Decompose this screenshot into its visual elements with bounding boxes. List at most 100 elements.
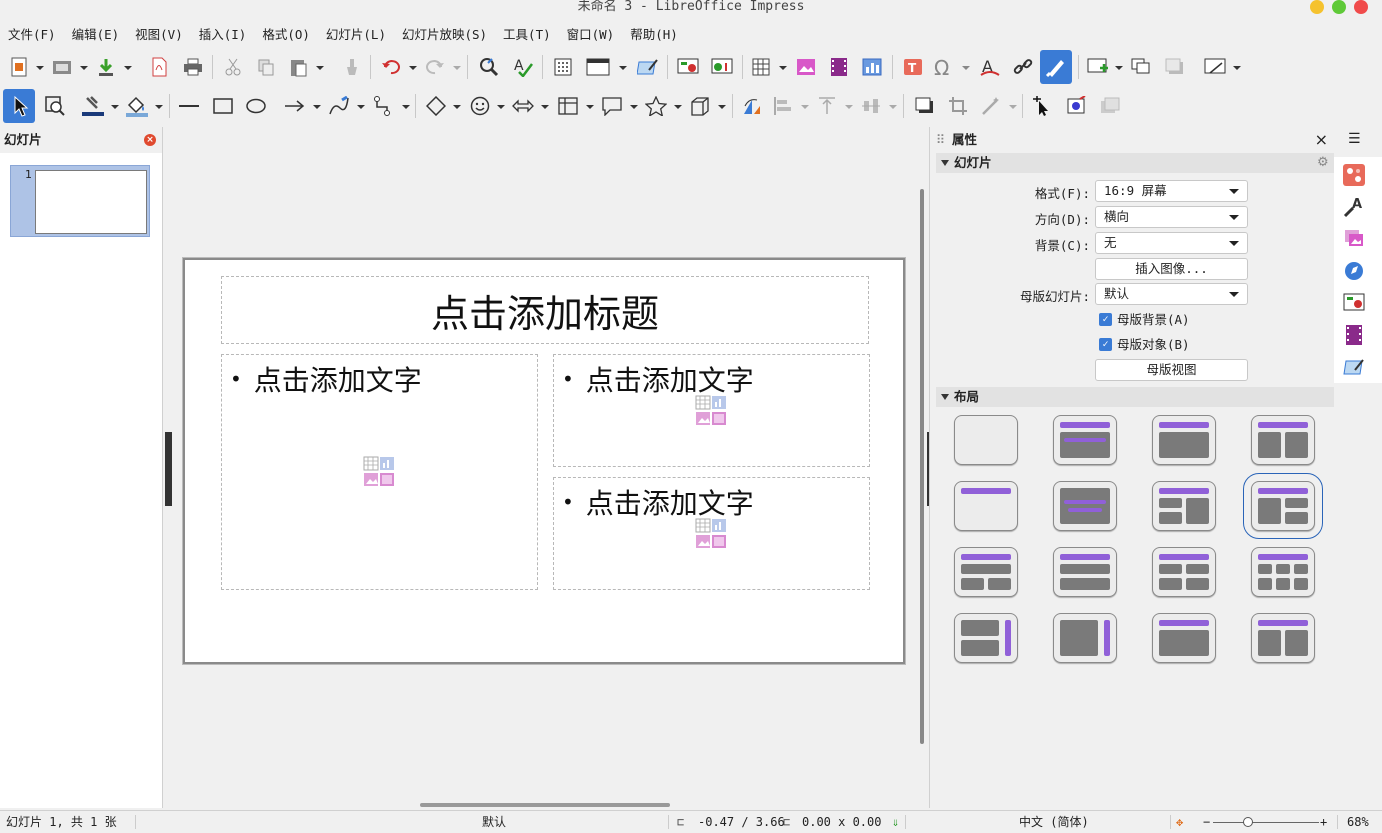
select-icon[interactable] <box>3 89 35 123</box>
line-color-icon[interactable] <box>80 92 106 120</box>
menu-view[interactable]: 视图(V) <box>127 24 191 46</box>
text-box-icon[interactable]: T <box>902 53 924 81</box>
special-character-icon[interactable]: Ω <box>932 53 956 81</box>
cut-icon[interactable] <box>222 53 244 81</box>
spelling-icon[interactable]: A <box>512 53 534 81</box>
master-objects-checkbox[interactable]: 母版对象(B) <box>1099 338 1190 352</box>
templates-icon[interactable] <box>50 53 74 81</box>
fontwork-icon[interactable]: A <box>978 53 1002 81</box>
layout-vertical-title-text-chart[interactable] <box>954 613 1018 663</box>
paste-icon[interactable] <box>287 53 309 81</box>
rectangle-icon[interactable] <box>212 92 234 120</box>
sidebar-menu-icon[interactable]: ☰ <box>1348 131 1361 147</box>
shadow-icon[interactable] <box>1164 53 1186 81</box>
flowchart-icon[interactable] <box>556 92 580 120</box>
new-icon[interactable] <box>8 53 30 81</box>
layout-title-content[interactable] <box>1152 415 1216 465</box>
menu-slide[interactable]: 幻灯片(L) <box>318 24 394 46</box>
selection-mode-icon[interactable]: ✥ <box>1176 811 1183 833</box>
horizontal-scrollbar[interactable] <box>420 803 670 807</box>
rotate-icon[interactable] <box>740 92 764 120</box>
layout-title-vertical-text[interactable] <box>1152 613 1216 663</box>
draw-function-icon[interactable] <box>1040 50 1072 84</box>
points-icon[interactable] <box>1031 92 1053 120</box>
menu-window[interactable]: 窗口(W) <box>559 24 623 46</box>
gallery-deck-icon[interactable] <box>1343 228 1365 250</box>
background-dropdown[interactable]: 无 <box>1095 232 1248 254</box>
properties-deck-icon[interactable] <box>1343 164 1365 186</box>
title-placeholder[interactable]: 点击添加标题 <box>221 276 869 344</box>
export-pdf-icon[interactable] <box>148 53 170 81</box>
insert-chart-icon[interactable] <box>861 53 883 81</box>
curves-icon[interactable] <box>327 92 351 120</box>
undo-icon[interactable] <box>380 53 402 81</box>
layout-title-2-rows[interactable] <box>1053 547 1117 597</box>
content-placeholder-bottom-right[interactable]: • 点击添加文字 <box>553 477 870 590</box>
toggle-extrusion-icon[interactable] <box>1066 92 1088 120</box>
layout-title-content-2-content[interactable] <box>1243 473 1323 539</box>
menu-tools[interactable]: 工具(T) <box>495 24 559 46</box>
navigator-deck-icon[interactable] <box>1343 260 1365 282</box>
left-panel-collapse-handle[interactable] <box>165 432 172 506</box>
ellipse-icon[interactable] <box>245 92 267 120</box>
redo-icon[interactable] <box>424 53 446 81</box>
layout-title-vertical-text-clipart[interactable] <box>1251 613 1315 663</box>
orientation-dropdown[interactable]: 横向 <box>1095 206 1248 228</box>
drag-handle-icon[interactable]: ⠿ <box>936 127 945 153</box>
insert-media-icon[interactable] <box>828 53 850 81</box>
table-icon[interactable] <box>750 53 772 81</box>
animation-deck-icon[interactable] <box>1343 292 1365 314</box>
zoom-slider[interactable] <box>1213 822 1319 823</box>
slide-thumbnail-1[interactable]: 1 <box>10 165 150 237</box>
zoom-out-button[interactable]: − <box>1203 811 1210 833</box>
content-placeholder-left[interactable]: • 点击添加文字 <box>221 354 538 590</box>
insert-object-icons[interactable] <box>695 518 727 550</box>
document-modified-icon[interactable]: ⇓ <box>892 811 899 833</box>
format-dropdown[interactable]: 16:9 屏幕 <box>1095 180 1248 202</box>
start-current-slide-icon[interactable] <box>710 53 734 81</box>
close-slides-panel-icon[interactable]: × <box>144 134 156 146</box>
layout-blank[interactable] <box>954 415 1018 465</box>
layout-title-slide[interactable] <box>1053 415 1117 465</box>
menu-edit[interactable]: 编辑(E) <box>64 24 128 46</box>
filter-icon[interactable] <box>980 92 1002 120</box>
language-status[interactable]: 中文 (简体) <box>1019 811 1089 833</box>
insert-object-icons[interactable] <box>695 395 727 427</box>
layout-title-2-content-content[interactable] <box>1152 481 1216 531</box>
layout-centered-text[interactable] <box>1053 481 1117 531</box>
grid-icon[interactable] <box>552 53 574 81</box>
fill-color-icon[interactable] <box>124 92 150 120</box>
hyperlink-icon[interactable] <box>1012 53 1034 81</box>
insert-image-icon[interactable] <box>795 53 817 81</box>
menu-insert[interactable]: 插入(I) <box>191 24 255 46</box>
layout-title-6-content[interactable] <box>1251 547 1315 597</box>
slide-transition-deck-icon[interactable] <box>1343 324 1365 346</box>
layout-vertical-title-vertical-text[interactable] <box>1053 613 1117 663</box>
styles-deck-icon[interactable]: A <box>1343 196 1365 218</box>
show-comments-icon[interactable] <box>1130 53 1152 81</box>
master-background-checkbox[interactable]: 母版背景(A) <box>1099 313 1190 327</box>
print-icon[interactable] <box>182 53 204 81</box>
insert-object-icons[interactable] <box>363 456 395 488</box>
block-arrows-icon[interactable] <box>511 92 535 120</box>
callouts-icon[interactable] <box>600 92 624 120</box>
symbol-shapes-icon[interactable] <box>468 92 492 120</box>
align-objects-icon[interactable] <box>772 92 794 120</box>
zoom-pan-icon[interactable] <box>44 92 66 120</box>
line-icon[interactable] <box>178 92 200 120</box>
minimize-button[interactable] <box>1310 0 1324 14</box>
zoom-level[interactable]: 68% <box>1347 811 1369 833</box>
new-comment-icon[interactable] <box>1086 53 1110 81</box>
layout-title-2-content[interactable] <box>1251 415 1315 465</box>
find-replace-icon[interactable] <box>478 53 500 81</box>
crop-icon[interactable] <box>947 92 969 120</box>
lines-arrows-icon[interactable] <box>283 92 307 120</box>
3d-objects-icon[interactable] <box>688 92 712 120</box>
zoom-slider-thumb[interactable] <box>1243 817 1253 827</box>
basic-shapes-icon[interactable] <box>424 92 448 120</box>
master-slide-dropdown[interactable]: 默认 <box>1095 283 1248 305</box>
layout-title-only[interactable] <box>954 481 1018 531</box>
content-placeholder-top-right[interactable]: • 点击添加文字 <box>553 354 870 467</box>
vertical-scrollbar[interactable] <box>920 189 924 744</box>
layout-title-content-over-content[interactable] <box>954 547 1018 597</box>
